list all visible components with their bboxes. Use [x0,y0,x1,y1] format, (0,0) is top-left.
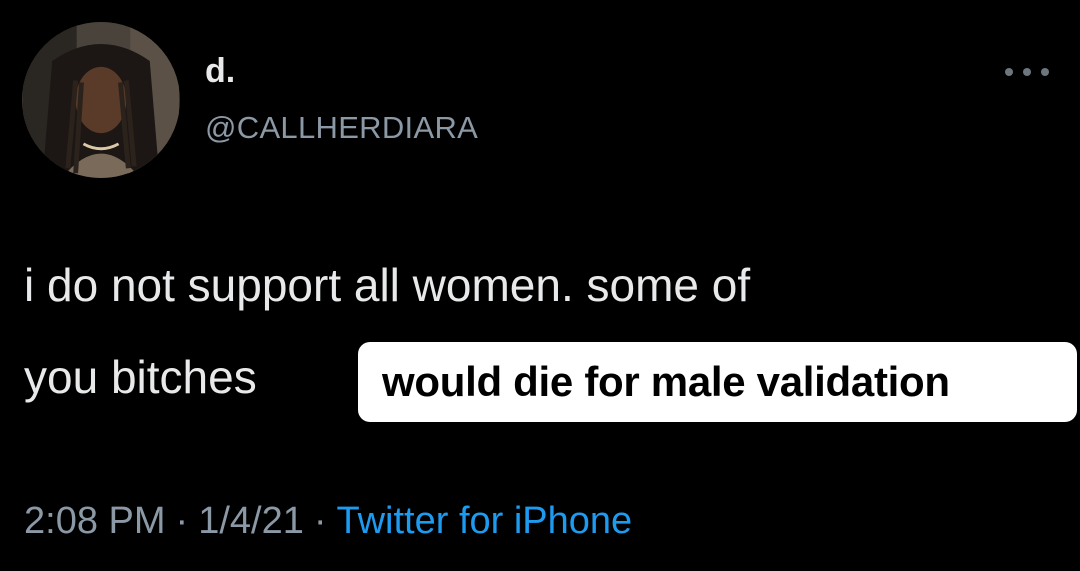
more-horizontal-icon[interactable] [1005,62,1049,82]
tweet-date[interactable]: 1/4/21 [198,500,304,542]
meta-separator: · [313,500,327,542]
dot-icon [1023,68,1031,76]
overlay-caption-text: would die for male validation [382,358,950,405]
dot-icon [1005,68,1013,76]
overlay-caption-box: would die for male validation [358,342,1077,422]
tweet-metadata: 2:08 PM · 1/4/21 · Twitter for iPhone [24,502,632,540]
profile-photo-icon [23,22,179,178]
meta-separator: · [175,500,189,542]
tweet-source-link[interactable]: Twitter for iPhone [337,500,633,542]
dot-icon [1041,68,1049,76]
tweet-card: d. @CALLHERDIARA i do not support all wo… [0,0,1080,571]
tweet-text-line-2: you bitches [24,351,257,403]
display-name[interactable]: d. [205,54,235,88]
tweet-time[interactable]: 2:08 PM [24,500,166,542]
user-handle[interactable]: @CALLHERDIARA [205,112,478,143]
avatar[interactable] [22,22,180,178]
tweet-text-line-1: i do not support all women. some of [24,259,751,311]
